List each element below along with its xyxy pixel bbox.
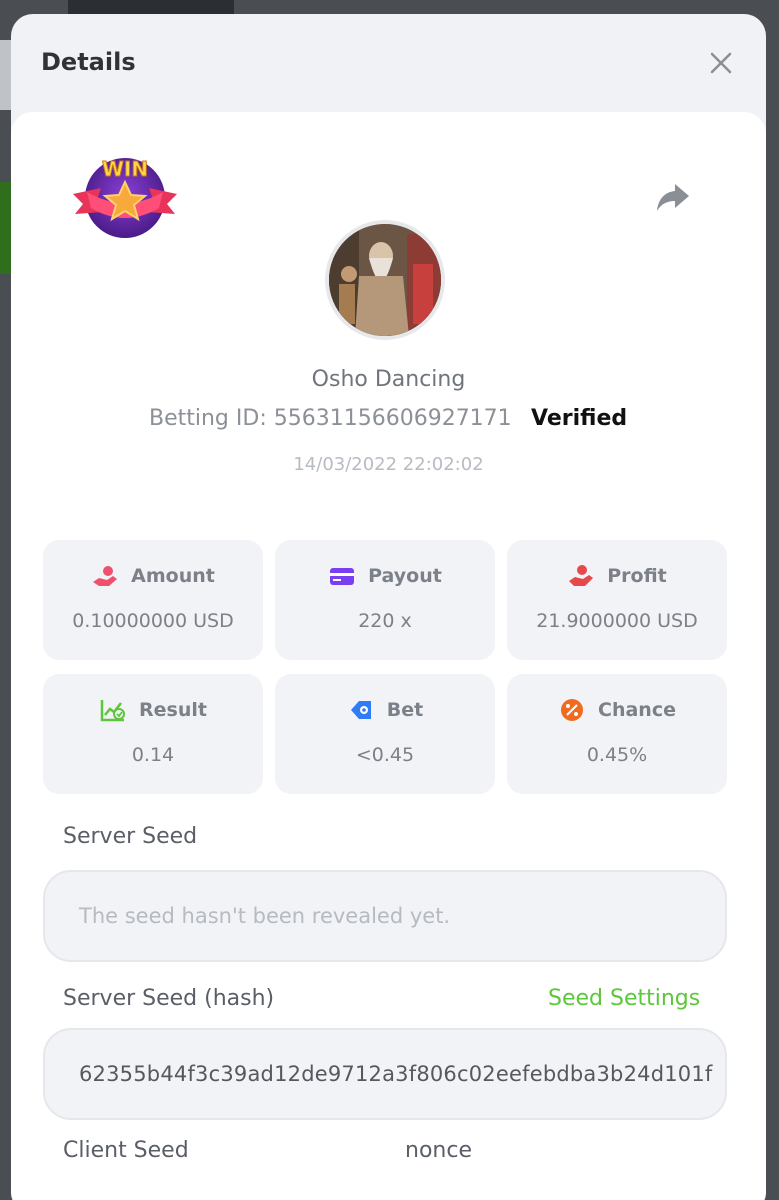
stat-card-bet: Bet <0.45 bbox=[275, 674, 495, 794]
verified-badge: Verified bbox=[531, 406, 628, 431]
stat-card-payout: Payout 220 x bbox=[275, 540, 495, 660]
stat-value: 0.45% bbox=[586, 744, 648, 766]
server-seed-hash-label: Server Seed (hash) bbox=[63, 986, 275, 1011]
stat-card-amount: Amount 0.10000000 USD bbox=[43, 540, 263, 660]
stat-card-result: Result 0.14 bbox=[43, 674, 263, 794]
modal-header: Details bbox=[11, 14, 766, 112]
client-seed-label: Client Seed bbox=[63, 1138, 189, 1163]
card-icon bbox=[328, 564, 356, 588]
bet-info-row: Betting ID: 55631156606927171 Verified bbox=[11, 406, 766, 436]
stat-label: Profit bbox=[607, 565, 667, 587]
stat-value: 0.14 bbox=[131, 744, 175, 766]
details-panel: WIN Osho Dancing Betting ID: 55631156606… bbox=[11, 112, 766, 1200]
stat-label: Amount bbox=[131, 565, 215, 587]
server-seed-field[interactable]: The seed hasn't been revealed yet. bbox=[43, 870, 727, 962]
server-seed-label: Server Seed bbox=[63, 824, 198, 849]
share-icon bbox=[657, 184, 689, 211]
modal-title: Details bbox=[41, 48, 136, 76]
win-badge-icon: WIN bbox=[67, 152, 183, 242]
close-button[interactable] bbox=[706, 48, 736, 78]
stat-card-profit: Profit 21.9000000 USD bbox=[507, 540, 727, 660]
close-icon bbox=[710, 52, 732, 74]
stats-grid: Amount 0.10000000 USD Payout 220 x Profi… bbox=[43, 540, 727, 794]
bet-timestamp: 14/03/2022 22:02:02 bbox=[293, 454, 484, 475]
chart-check-icon bbox=[99, 698, 127, 722]
stat-value: 21.9000000 USD bbox=[536, 610, 698, 632]
game-name: Osho Dancing bbox=[311, 367, 466, 392]
stat-label: Payout bbox=[368, 565, 442, 587]
stat-label: Bet bbox=[386, 699, 424, 721]
stat-card-chance: Chance 0.45% bbox=[507, 674, 727, 794]
background-block bbox=[68, 0, 234, 14]
stat-value: 220 x bbox=[358, 610, 412, 632]
stat-label: Chance bbox=[598, 699, 676, 721]
win-badge-text: WIN bbox=[102, 157, 148, 181]
stat-label: Result bbox=[139, 699, 207, 721]
nonce-label: nonce bbox=[405, 1138, 472, 1163]
stat-value: <0.45 bbox=[355, 744, 415, 766]
seed-settings-link[interactable]: Seed Settings bbox=[548, 986, 700, 1011]
target-icon bbox=[347, 698, 375, 722]
stat-value: 0.10000000 USD bbox=[72, 610, 234, 632]
server-seed-hash-field[interactable]: 62355b44f3c39ad12de9712a3f806c02eefebdba… bbox=[43, 1028, 727, 1120]
hand-coin-icon bbox=[91, 564, 119, 588]
details-modal: Details WIN Osho Dancing Betting ID: 556… bbox=[11, 14, 766, 1200]
game-avatar bbox=[325, 220, 445, 340]
betting-id: Betting ID: 55631156606927171 bbox=[149, 406, 512, 431]
percent-icon bbox=[558, 698, 586, 722]
server-seed-hash-value: 62355b44f3c39ad12de9712a3f806c02eefebdba… bbox=[79, 1062, 713, 1086]
server-seed-placeholder: The seed hasn't been revealed yet. bbox=[79, 904, 451, 928]
hand-user-icon bbox=[567, 564, 595, 588]
share-button[interactable] bbox=[655, 180, 691, 214]
